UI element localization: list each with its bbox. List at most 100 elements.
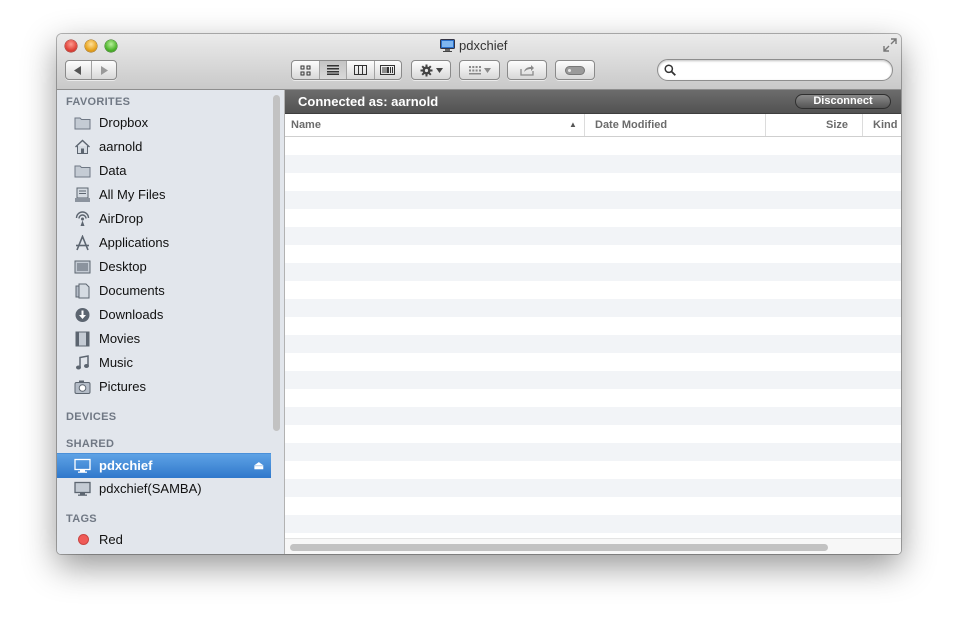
sidebar-item-tag-red[interactable]: Red <box>57 528 271 552</box>
list-row <box>285 497 901 515</box>
list-row <box>285 317 901 335</box>
downloads-icon <box>75 308 90 322</box>
sidebar-item-movies[interactable]: Movies <box>57 327 271 351</box>
sidebar-item-label: Documents <box>99 283 165 298</box>
list-row <box>285 227 901 245</box>
sidebar-item-all-my-files[interactable]: All My Files <box>57 183 271 207</box>
sidebar-item-data[interactable]: Data <box>57 159 271 183</box>
back-forward-control <box>65 60 117 80</box>
list-row <box>285 155 901 173</box>
view-mode-control <box>291 60 402 80</box>
list-row <box>285 137 901 155</box>
music-icon <box>76 355 89 370</box>
applications-icon <box>76 235 89 251</box>
computer-icon <box>74 481 91 496</box>
list-row <box>285 371 901 389</box>
list-row <box>285 281 901 299</box>
sidebar-item-dropbox[interactable]: Dropbox <box>57 111 271 135</box>
list-row <box>285 389 901 407</box>
list-row <box>285 245 901 263</box>
list-view-icon <box>326 65 339 75</box>
sidebar-header-shared: SHARED <box>66 438 115 450</box>
arrange-menu-button[interactable] <box>459 60 500 80</box>
column-size[interactable]: Size <box>765 114 861 136</box>
computer-icon <box>440 38 455 52</box>
sidebar-item-label: All My Files <box>99 187 166 202</box>
folder-icon <box>74 165 91 178</box>
sidebar-item-label: pdxchief(SAMBA) <box>99 481 202 496</box>
red-tag-icon <box>78 534 89 545</box>
disconnect-button[interactable]: Disconnect <box>795 94 891 109</box>
cover-flow-view-button[interactable] <box>373 61 402 79</box>
sidebar-item-label: Music <box>99 355 133 370</box>
list-row <box>285 443 901 461</box>
fullscreen-icon[interactable] <box>883 38 897 52</box>
sidebar-item-label: Data <box>99 163 127 178</box>
back-button[interactable] <box>66 61 91 79</box>
search-field[interactable] <box>657 59 893 81</box>
column-kind[interactable]: Kind <box>862 114 901 136</box>
column-view-button[interactable] <box>346 61 374 79</box>
sidebar-item-aarnold[interactable]: aarnold <box>57 135 271 159</box>
arrange-grid-icon <box>468 65 481 74</box>
action-menu-button[interactable] <box>411 60 451 80</box>
column-name[interactable]: Name <box>291 114 581 136</box>
sidebar-scrollbar[interactable] <box>273 95 280 431</box>
list-row <box>285 425 901 443</box>
file-list <box>285 137 901 537</box>
column-date-modified[interactable]: Date Modified <box>584 114 764 136</box>
column-view-icon <box>353 65 367 75</box>
sidebar-header-favorites: FAVORITES <box>66 96 131 108</box>
list-row <box>285 515 901 533</box>
sidebar-item-label: Red <box>99 532 123 547</box>
list-row <box>285 173 901 191</box>
cover-flow-icon <box>380 65 396 75</box>
forward-arrow-icon <box>100 65 108 75</box>
horizontal-scrollbar[interactable] <box>285 538 901 554</box>
sidebar-header-devices: DEVICES <box>66 411 117 423</box>
close-window-button[interactable] <box>65 40 77 52</box>
connected-as-label: Connected as: aarnold <box>298 94 439 109</box>
sidebar-item-pdxchief[interactable]: pdxchief ⏏ <box>57 453 271 478</box>
titlebar-toolbar: pdxchief <box>57 34 901 90</box>
search-icon <box>664 64 676 76</box>
sidebar-item-desktop[interactable]: Desktop <box>57 255 271 279</box>
list-row <box>285 191 901 209</box>
list-row <box>285 335 901 353</box>
minimize-window-button[interactable] <box>85 40 97 52</box>
sidebar-item-pictures[interactable]: Pictures <box>57 375 271 399</box>
list-row <box>285 353 901 371</box>
sidebar-item-label: Dropbox <box>99 115 149 130</box>
column-header: Name ▲ Date Modified Size Kind <box>285 114 901 137</box>
sidebar-item-label: Downloads <box>99 307 164 322</box>
horizontal-scroll-thumb[interactable] <box>290 544 828 551</box>
chevron-down-icon <box>483 67 491 73</box>
computer-icon <box>74 458 91 473</box>
connection-bar: Connected as: aarnold Disconnect <box>285 90 901 114</box>
list-row <box>285 479 901 497</box>
icon-view-button[interactable] <box>292 61 319 79</box>
sidebar-item-label: Applications <box>99 235 170 250</box>
sidebar-item-label: Desktop <box>99 259 147 274</box>
sidebar-item-airdrop[interactable]: AirDrop <box>57 207 271 231</box>
eject-icon[interactable]: ⏏ <box>254 459 264 472</box>
tag-icon <box>565 65 585 75</box>
search-input[interactable] <box>680 62 884 80</box>
sidebar-item-music[interactable]: Music <box>57 351 271 375</box>
share-button[interactable] <box>507 60 547 80</box>
sidebar-item-pdxchief-samba[interactable]: pdxchief(SAMBA) <box>57 477 271 501</box>
sidebar-header-tags: TAGS <box>66 513 97 525</box>
edit-tags-button[interactable] <box>555 60 595 80</box>
file-browser: Connected as: aarnold Disconnect Name ▲ … <box>285 90 901 554</box>
list-view-button[interactable] <box>318 61 346 79</box>
forward-button[interactable] <box>90 61 117 79</box>
window-title: pdxchief <box>440 37 507 53</box>
sidebar-item-downloads[interactable]: Downloads <box>57 303 271 327</box>
all-files-icon <box>75 187 90 202</box>
sidebar-item-label: aarnold <box>99 139 143 154</box>
sidebar-item-applications[interactable]: Applications <box>57 231 271 255</box>
icon-view-icon <box>300 65 311 75</box>
zoom-window-button[interactable] <box>105 40 117 52</box>
finder-window: pdxchief FAVORITES Dropbox aarnold Data … <box>57 34 901 554</box>
sidebar-item-documents[interactable]: Documents <box>57 279 271 303</box>
